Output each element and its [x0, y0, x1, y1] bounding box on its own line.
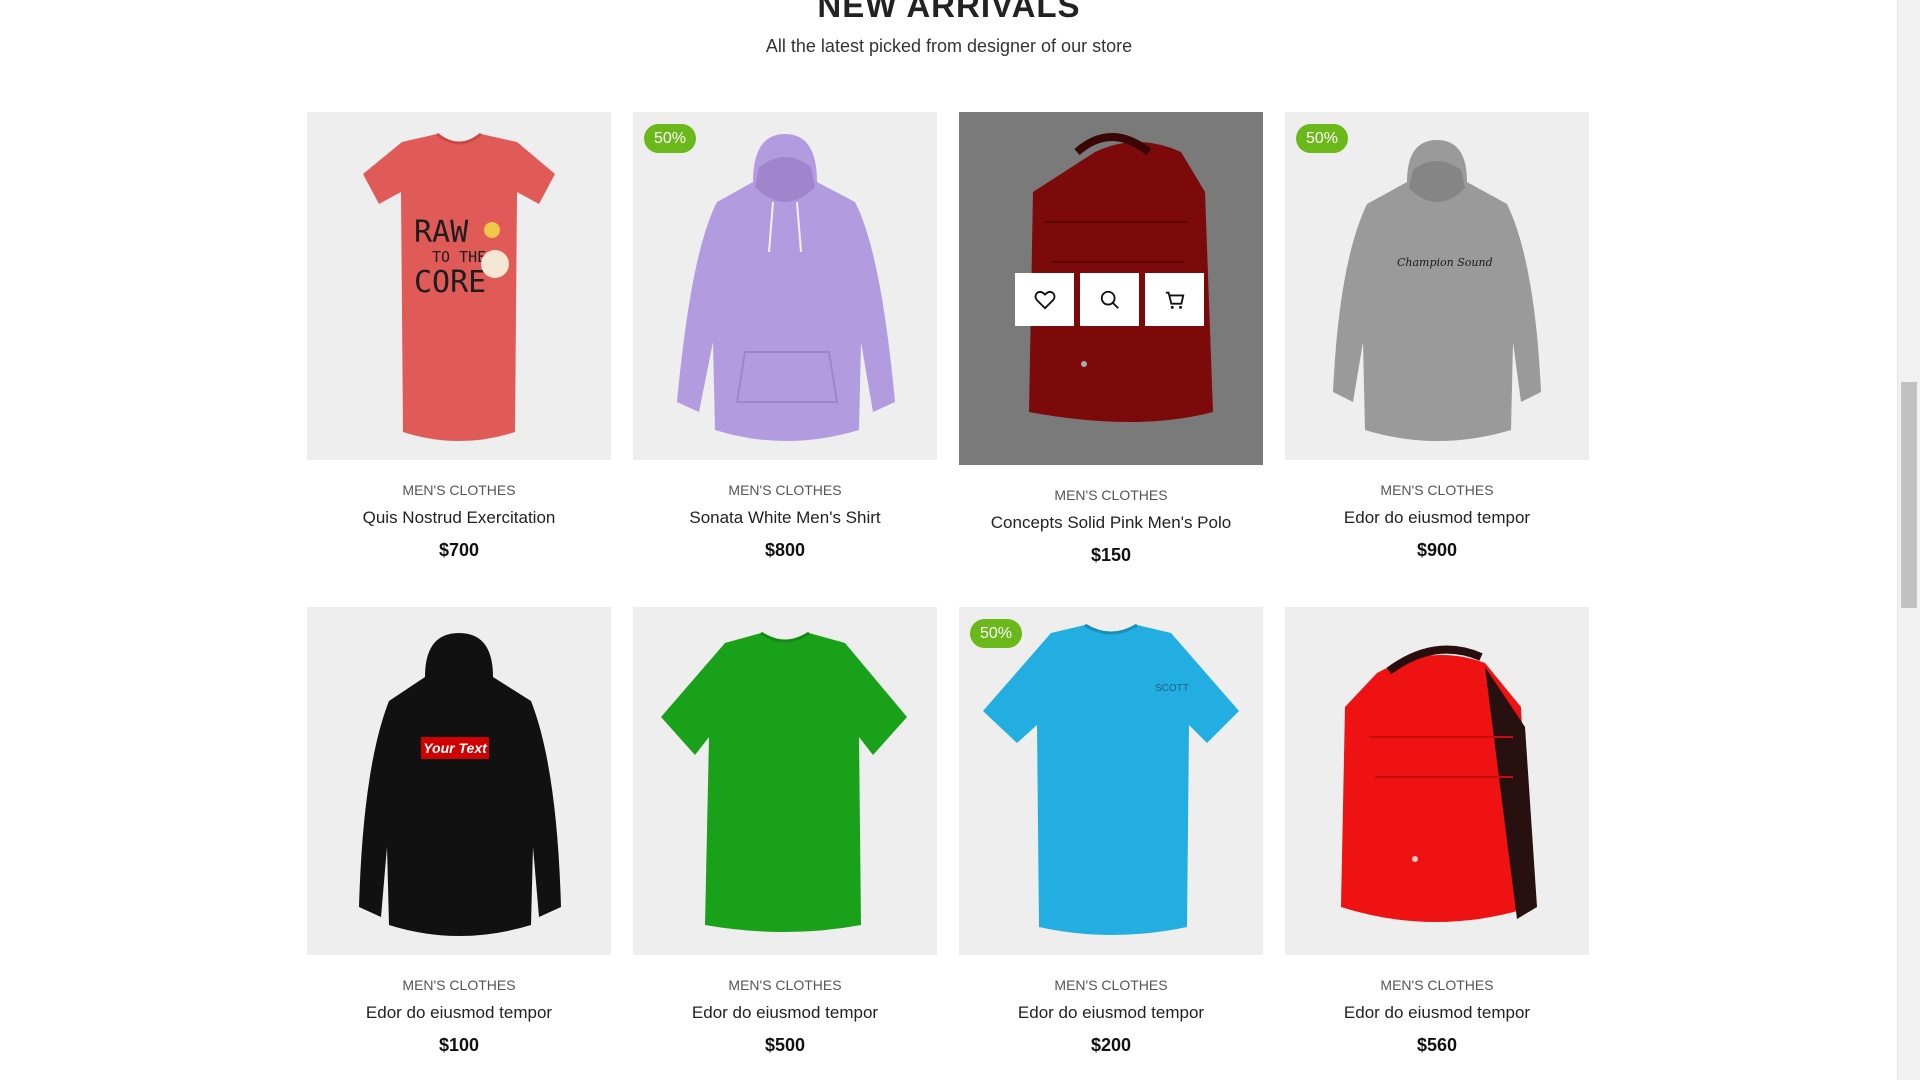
blue-tshirt-image: SCOTT	[983, 623, 1239, 935]
product-image[interactable]: Your Text	[307, 607, 611, 955]
product-card[interactable]: SCOTT 50% MEN'S CLOTHES Edor do eiusmod …	[959, 607, 1263, 1056]
product-card[interactable]: MEN'S CLOTHES Edor do eiusmod tempor $50…	[633, 607, 937, 1056]
add-to-cart-button[interactable]	[1145, 273, 1204, 326]
cart-icon	[1165, 291, 1184, 309]
red-backpack-image	[1341, 645, 1537, 922]
product-card[interactable]: RAW TO THE CORE MEN'S CLOTHES Quis Nostr…	[307, 112, 611, 566]
product-name[interactable]: Sonata White Men's Shirt	[633, 508, 937, 528]
product-image[interactable]: SCOTT 50%	[959, 607, 1263, 955]
product-actions	[1015, 273, 1204, 326]
shirt-print-line3: CORE	[414, 265, 486, 300]
product-category: MEN'S CLOTHES	[1380, 977, 1494, 993]
discount-badge: 50%	[1296, 124, 1349, 153]
product-image[interactable]	[959, 112, 1263, 465]
shirt-print-line2: TO THE	[432, 248, 486, 266]
heart-icon	[1034, 290, 1055, 309]
purple-hoodie-image	[677, 134, 895, 441]
product-card[interactable]: Your Text MEN'S CLOTHES Edor do eiusmod …	[307, 607, 611, 1056]
product-name[interactable]: Edor do eiusmod tempor	[959, 1003, 1263, 1023]
product-image[interactable]: 50%	[633, 112, 937, 460]
product-price: $500	[764, 1035, 806, 1055]
search-icon	[1100, 290, 1119, 309]
product-name[interactable]: Concepts Solid Pink Men's Polo	[959, 513, 1263, 533]
product-name[interactable]: Quis Nostrud Exercitation	[307, 508, 611, 528]
product-image[interactable]: Champion Sound 50%	[1285, 112, 1589, 460]
green-tshirt-image	[661, 631, 907, 932]
product-price: $200	[1090, 1035, 1132, 1055]
product-name[interactable]: Edor do eiusmod tempor	[1285, 1003, 1589, 1023]
product-category: MEN'S CLOTHES	[402, 482, 516, 498]
discount-badge: 50%	[644, 124, 697, 153]
shirt-print-line1: RAW	[414, 215, 469, 250]
product-image[interactable]	[633, 607, 937, 955]
product-category: MEN'S CLOTHES	[1380, 482, 1494, 498]
product-card[interactable]: Champion Sound 50% MEN'S CLOTHES Edor do…	[1285, 112, 1589, 566]
product-category: MEN'S CLOTHES	[1054, 977, 1168, 993]
product-price: $900	[1416, 540, 1458, 560]
wishlist-button[interactable]	[1015, 273, 1074, 326]
product-name[interactable]: Edor do eiusmod tempor	[633, 1003, 937, 1023]
product-category: MEN'S CLOTHES	[728, 482, 842, 498]
product-price: $560	[1416, 1035, 1458, 1055]
product-image[interactable]	[1285, 607, 1589, 955]
page-scrollbar[interactable]	[1897, 0, 1920, 1080]
product-grid: RAW TO THE CORE MEN'S CLOTHES Quis Nostr…	[307, 112, 1591, 1056]
tshirt-print: SCOTT	[1155, 683, 1189, 694]
quick-view-button[interactable]	[1080, 273, 1139, 326]
product-price: $800	[764, 540, 806, 560]
discount-badge: 50%	[970, 619, 1023, 648]
scrollbar-thumb[interactable]	[1901, 382, 1917, 608]
grey-hoodie-image: Champion Sound	[1333, 140, 1541, 441]
product-card[interactable]: 50% MEN'S CLOTHES Sonata White Men's Shi…	[633, 112, 937, 566]
product-card[interactable]: MEN'S CLOTHES Concepts Solid Pink Men's …	[959, 112, 1263, 566]
product-name[interactable]: Edor do eiusmod tempor	[307, 1003, 611, 1023]
product-image[interactable]: RAW TO THE CORE	[307, 112, 611, 460]
hoodie-print: Your Text	[423, 740, 488, 756]
product-price: $700	[438, 540, 480, 560]
product-category: MEN'S CLOTHES	[728, 977, 842, 993]
product-category: MEN'S CLOTHES	[402, 977, 516, 993]
product-name[interactable]: Edor do eiusmod tempor	[1285, 508, 1589, 528]
section-subtitle: All the latest picked from designer of o…	[765, 36, 1133, 56]
product-price: $100	[438, 1035, 480, 1055]
black-hoodie-image: Your Text	[359, 633, 561, 936]
section-title: NEW ARRIVALS	[817, 0, 1081, 24]
product-category: MEN'S CLOTHES	[1054, 487, 1168, 503]
product-price: $150	[1090, 545, 1132, 565]
hoodie-print: Champion Sound	[1397, 256, 1493, 269]
section-header: NEW ARRIVALS All the latest picked from …	[0, 0, 1898, 57]
red-tshirt-image: RAW TO THE CORE	[363, 132, 555, 441]
product-card[interactable]: MEN'S CLOTHES Edor do eiusmod tempor $56…	[1285, 607, 1589, 1056]
